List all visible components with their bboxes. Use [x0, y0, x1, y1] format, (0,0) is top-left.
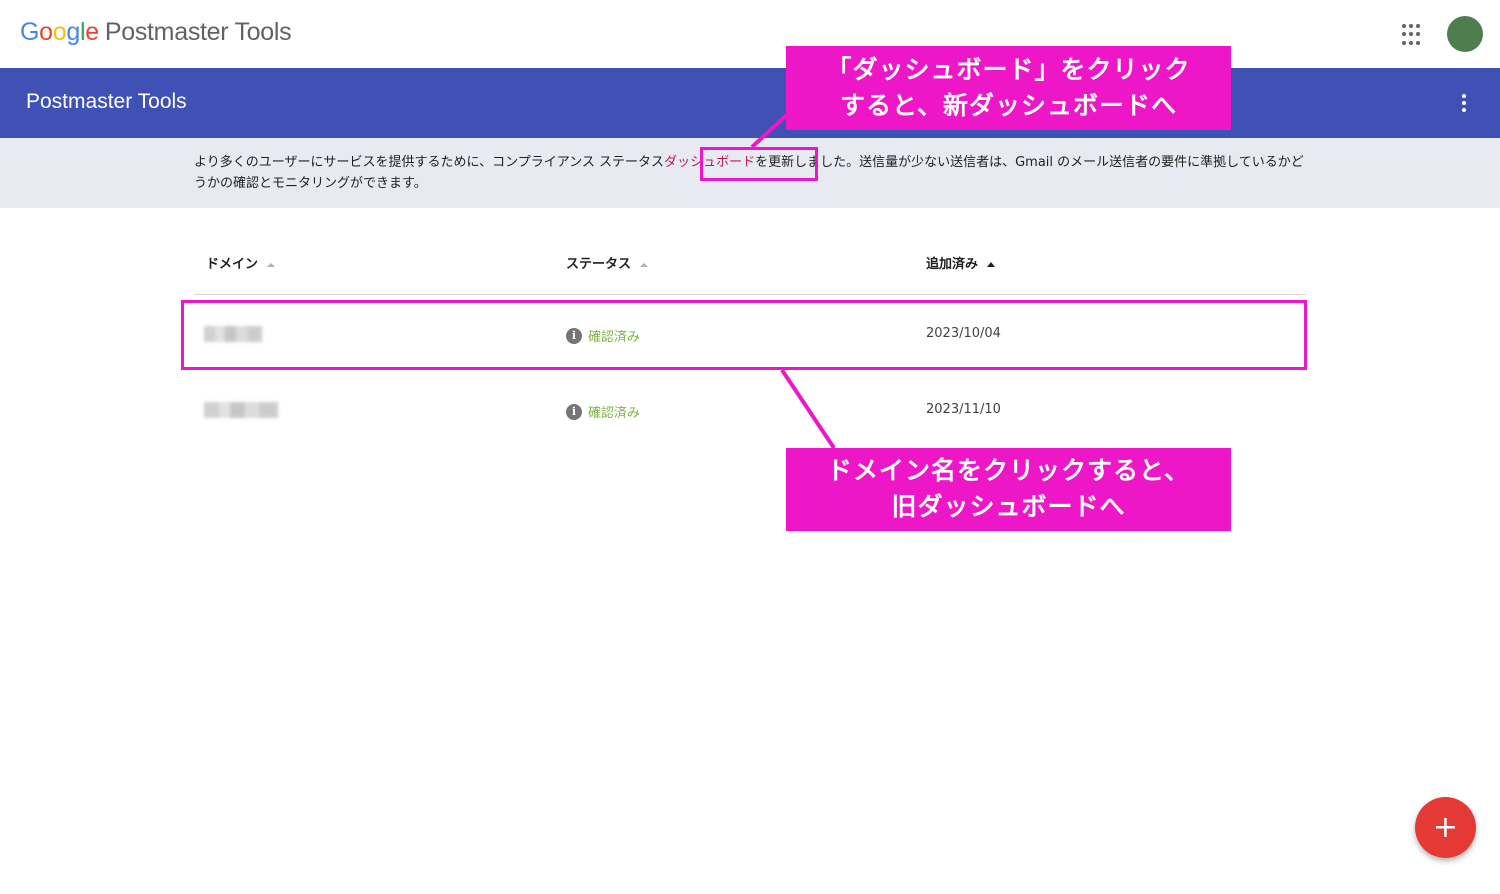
table-header: ドメイン ステータス 追加済み — [194, 240, 1306, 295]
logo-letter: e — [85, 18, 99, 46]
added-date: 2023/11/10 — [926, 402, 1001, 417]
callout-line: 旧ダッシュボードへ — [891, 492, 1126, 521]
dashboard-link-highlight — [700, 147, 818, 181]
column-header-domain[interactable]: ドメイン — [206, 253, 276, 272]
notice-text-before: より多くのユーザーにサービスを提供するために、コンプライアンス ステータス — [194, 155, 665, 170]
info-icon[interactable]: i — [566, 403, 582, 420]
column-header-added[interactable]: 追加済み — [926, 253, 996, 272]
callout-line: ドメイン名をクリックすると、 — [826, 456, 1190, 485]
logo-letter: g — [66, 18, 80, 46]
logo-letter: G — [20, 18, 40, 46]
logo-letter: o — [52, 18, 67, 46]
column-header-label: 追加済み — [926, 257, 979, 272]
status-cell: i 確認済み — [566, 402, 640, 421]
sort-arrow-icon — [987, 262, 996, 267]
app-title: Postmaster Tools — [26, 90, 187, 113]
column-header-status[interactable]: ステータス — [566, 253, 649, 272]
google-bar: Google Postmaster Tools — [0, 0, 1500, 68]
more-vert-icon[interactable] — [1461, 94, 1467, 112]
sort-arrow-icon — [640, 262, 649, 267]
logo-product-name: Postmaster Tools — [104, 18, 292, 46]
domain-row-highlight — [181, 300, 1307, 370]
apps-grid-icon[interactable] — [1402, 24, 1424, 46]
add-domain-button[interactable]: + — [1415, 797, 1476, 858]
domain-name-blurred[interactable] — [204, 402, 278, 418]
avatar[interactable] — [1447, 16, 1483, 52]
callout-old-dashboard: ドメイン名をクリックすると、 旧ダッシュボードへ — [786, 448, 1231, 531]
sort-arrow-icon — [267, 262, 276, 267]
google-postmaster-logo[interactable]: Google Postmaster Tools — [20, 18, 292, 47]
callout-line: すると、新ダッシュボードへ — [839, 91, 1177, 120]
callout-line: 「ダッシュボード」をクリック — [826, 55, 1191, 84]
callout-new-dashboard: 「ダッシュボード」をクリック すると、新ダッシュボードへ — [786, 46, 1231, 130]
column-header-label: ステータス — [566, 257, 632, 272]
app-bar: Postmaster Tools — [0, 68, 1500, 138]
column-header-label: ドメイン — [206, 257, 259, 272]
logo-letter: o — [39, 18, 53, 46]
status-text: 確認済み — [588, 406, 641, 421]
